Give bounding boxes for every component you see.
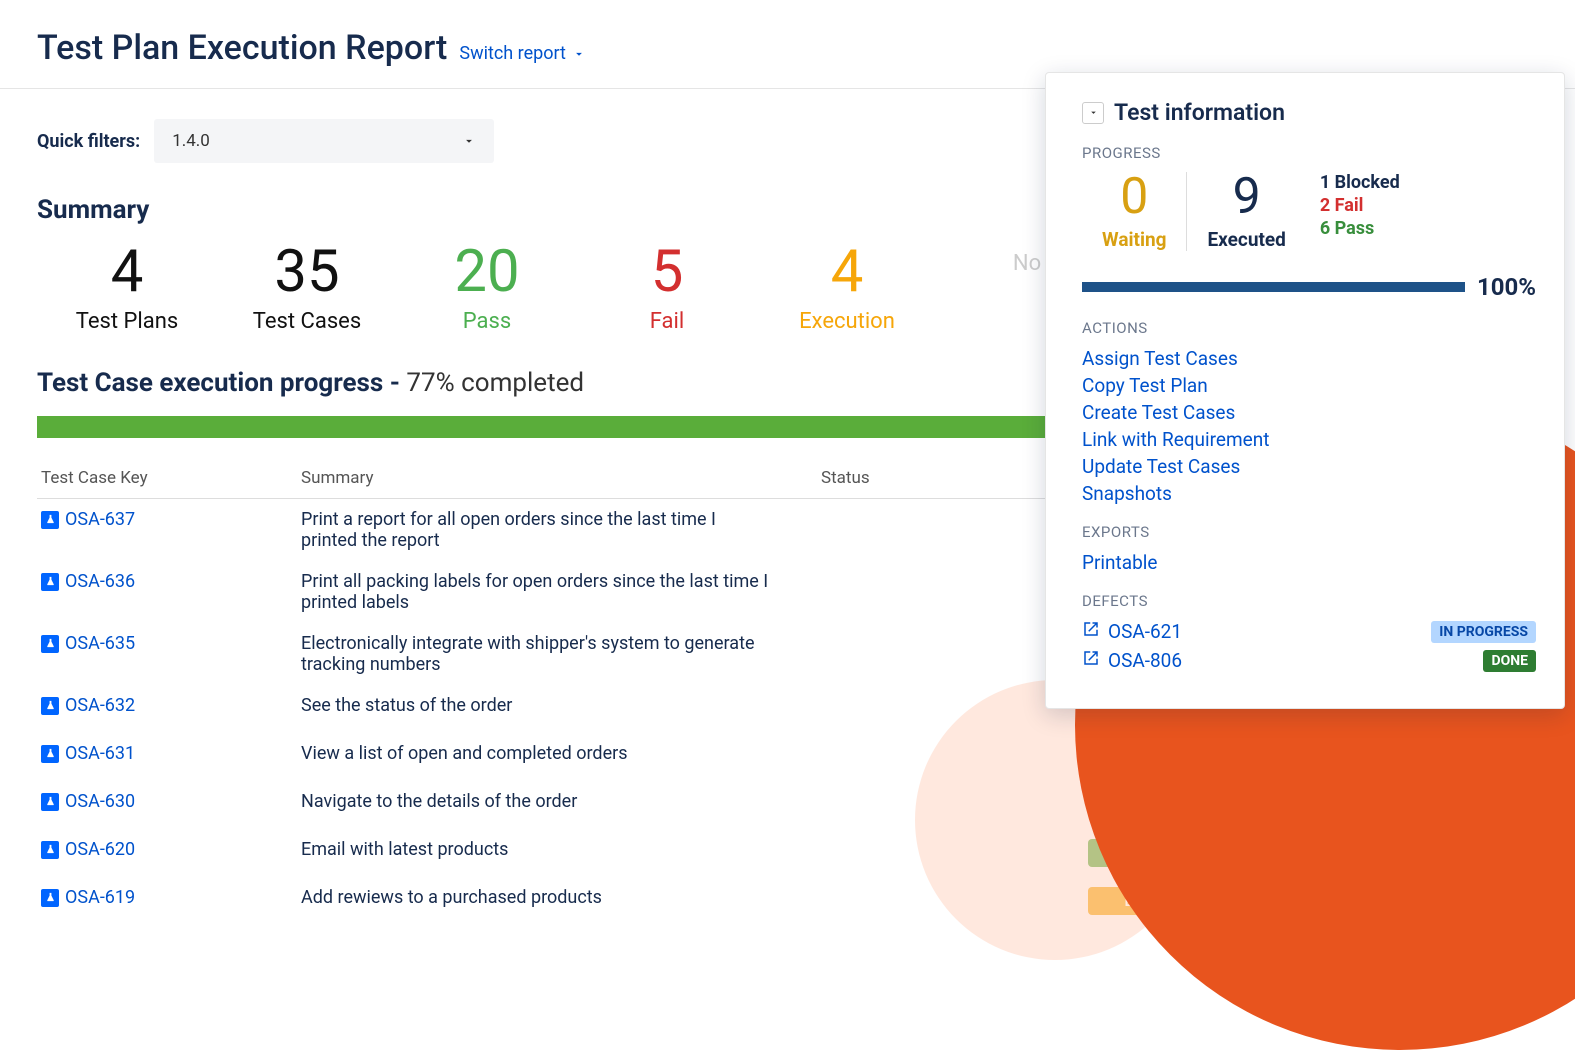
test-case-icon xyxy=(41,635,59,653)
summary-label: Pass xyxy=(397,309,577,334)
summary-value: 20 xyxy=(397,243,577,301)
action-link[interactable]: Assign Test Cases xyxy=(1082,347,1536,370)
summary-label: Test Plans xyxy=(37,309,217,334)
summary-value: 35 xyxy=(217,243,397,301)
defects-list: OSA-621 IN PROGRESS OSA-806 DONE xyxy=(1082,620,1536,672)
action-link[interactable]: Update Test Cases xyxy=(1082,455,1536,478)
chevron-down-icon xyxy=(572,47,586,61)
summary-card: 35 Test Cases xyxy=(217,243,397,334)
panel-progress-bar xyxy=(1082,282,1465,292)
exports-list: Printable xyxy=(1082,551,1536,574)
test-case-summary: View a list of open and completed orders xyxy=(297,733,777,781)
actions-label: ACTIONS xyxy=(1082,319,1536,337)
progress-heading-prefix: Test Case execution progress - xyxy=(37,368,406,398)
defect-status-lozenge: IN PROGRESS xyxy=(1431,621,1536,643)
defects-label: DEFECTS xyxy=(1082,592,1536,610)
test-case-key: OSA-630 xyxy=(65,791,135,812)
progress-pct: 77% completed xyxy=(406,368,584,398)
version-filter-select[interactable]: 1.4.0 xyxy=(154,119,494,163)
external-link-icon xyxy=(1082,620,1100,643)
page-title: Test Plan Execution Report xyxy=(37,28,447,68)
test-case-summary: Add rewiews to a purchased products xyxy=(297,877,777,925)
test-case-link[interactable]: OSA-635 xyxy=(41,633,135,654)
defect-key: OSA-621 xyxy=(1108,620,1182,643)
panel-title: Test information xyxy=(1114,99,1285,126)
defect-row: OSA-621 IN PROGRESS xyxy=(1082,620,1536,643)
chevron-down-icon xyxy=(462,134,476,148)
action-link[interactable]: Snapshots xyxy=(1082,482,1536,505)
col-header-summary[interactable]: Summary xyxy=(297,460,777,499)
quick-filters-label: Quick filters: xyxy=(37,131,140,152)
action-link[interactable]: Create Test Cases xyxy=(1082,401,1536,424)
defect-key: OSA-806 xyxy=(1108,649,1182,672)
test-case-icon xyxy=(41,511,59,529)
action-link[interactable]: Copy Test Plan xyxy=(1082,374,1536,397)
executed-label: Executed xyxy=(1207,228,1285,251)
test-case-link[interactable]: OSA-620 xyxy=(41,839,135,860)
switch-report-label: Switch report xyxy=(459,43,566,64)
switch-report-link[interactable]: Switch report xyxy=(459,43,586,64)
blocked-count: 1 Blocked xyxy=(1320,172,1400,193)
actions-list: Assign Test Cases Copy Test Plan Create Te… xyxy=(1082,347,1536,505)
waiting-count: 0 xyxy=(1102,172,1166,222)
progress-stats: 0 Waiting 9 Executed 1 Blocked 2 Fail 6 … xyxy=(1082,172,1536,251)
test-case-key: OSA-631 xyxy=(65,743,135,764)
summary-label: Execution xyxy=(757,309,937,334)
test-case-link[interactable]: OSA-619 xyxy=(41,887,135,908)
panel-progress-row: 100% xyxy=(1082,273,1536,301)
chevron-down-icon xyxy=(1088,107,1099,118)
test-case-summary: See the status of the order xyxy=(297,685,777,733)
test-case-link[interactable]: OSA-630 xyxy=(41,791,135,812)
summary-card: 4 Test Plans xyxy=(37,243,217,334)
waiting-label: Waiting xyxy=(1102,228,1166,251)
summary-value: 4 xyxy=(37,243,217,301)
col-header-key[interactable]: Test Case Key xyxy=(37,460,297,499)
summary-card: 20 Pass xyxy=(397,243,577,334)
action-link[interactable]: Link with Requirement xyxy=(1082,428,1536,451)
fail-count: 2 Fail xyxy=(1320,195,1400,216)
test-case-icon xyxy=(41,745,59,763)
test-case-icon xyxy=(41,697,59,715)
summary-value: 4 xyxy=(757,243,937,301)
test-case-icon xyxy=(41,793,59,811)
test-case-summary: Print a report for all open orders since… xyxy=(297,499,777,562)
defect-status-lozenge: DONE xyxy=(1483,650,1536,672)
defect-link[interactable]: OSA-621 xyxy=(1082,620,1182,643)
executed-count: 9 xyxy=(1207,172,1285,222)
external-link-icon xyxy=(1082,649,1100,672)
collapse-panel-button[interactable] xyxy=(1082,102,1104,124)
summary-value: 5 xyxy=(577,243,757,301)
summary-card: 5 Fail xyxy=(577,243,757,334)
defect-row: OSA-806 DONE xyxy=(1082,649,1536,672)
pass-count: 6 Pass xyxy=(1320,218,1400,239)
exports-label: EXPORTS xyxy=(1082,523,1536,541)
summary-label: Fail xyxy=(577,309,757,334)
test-info-panel: Test information PROGRESS 0 Waiting 9 Ex… xyxy=(1045,72,1565,709)
test-case-key: OSA-636 xyxy=(65,571,135,592)
test-case-icon xyxy=(41,841,59,859)
test-case-key: OSA-632 xyxy=(65,695,135,716)
test-case-icon xyxy=(41,889,59,907)
version-filter-value: 1.4.0 xyxy=(172,131,210,151)
defect-link[interactable]: OSA-806 xyxy=(1082,649,1182,672)
test-case-link[interactable]: OSA-632 xyxy=(41,695,135,716)
summary-label: Test Cases xyxy=(217,309,397,334)
test-case-summary: Print all packing labels for open orders… xyxy=(297,561,777,623)
test-case-link[interactable]: OSA-637 xyxy=(41,509,135,530)
panel-progress-pct: 100% xyxy=(1477,273,1536,301)
test-case-key: OSA-619 xyxy=(65,887,135,908)
test-case-icon xyxy=(41,573,59,591)
test-case-summary: Electronically integrate with shipper's … xyxy=(297,623,777,685)
test-case-key: OSA-620 xyxy=(65,839,135,860)
test-case-summary: Navigate to the details of the order xyxy=(297,781,777,829)
test-case-link[interactable]: OSA-631 xyxy=(41,743,135,764)
test-case-link[interactable]: OSA-636 xyxy=(41,571,135,592)
test-case-key: OSA-635 xyxy=(65,633,135,654)
progress-label: PROGRESS xyxy=(1082,144,1536,162)
test-case-summary: Email with latest products xyxy=(297,829,777,877)
summary-card: 4 Execution xyxy=(757,243,937,334)
test-case-key: OSA-637 xyxy=(65,509,135,530)
export-link[interactable]: Printable xyxy=(1082,551,1536,574)
